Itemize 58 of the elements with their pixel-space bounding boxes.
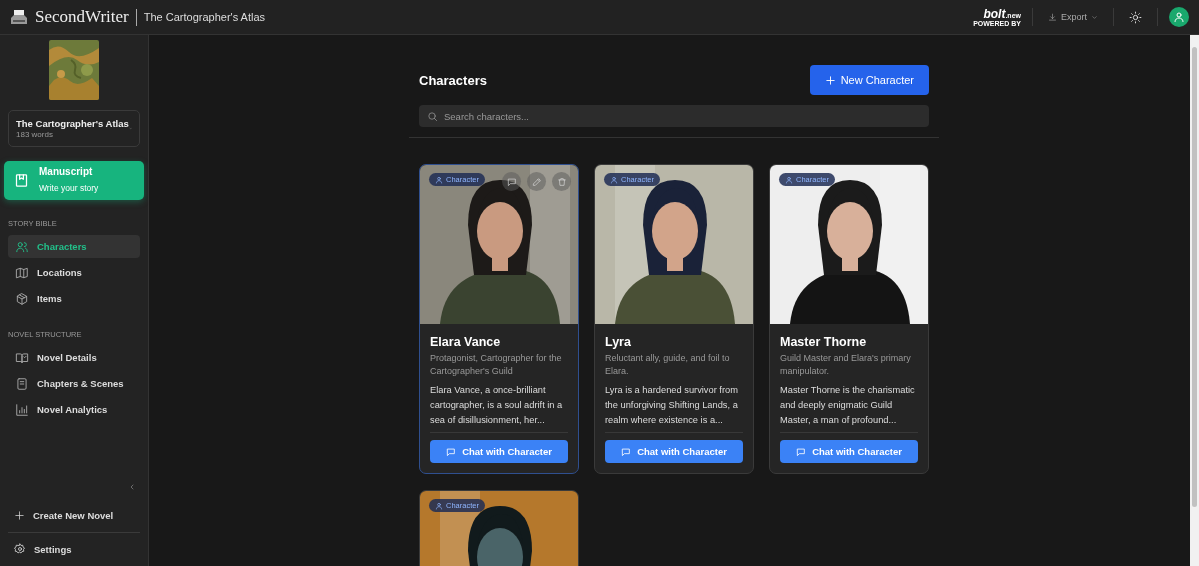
create-novel-button[interactable]: Create New Novel: [0, 510, 148, 532]
user-icon: [435, 175, 443, 184]
export-button[interactable]: Export: [1044, 8, 1102, 26]
document-icon: [15, 376, 29, 391]
users-icon: [15, 239, 29, 254]
user-icon: [610, 175, 618, 184]
bar-chart-icon: [15, 402, 29, 417]
novel-selector[interactable]: The Cartographer's Atlas 183 words: [8, 110, 140, 147]
chat-with-character-button[interactable]: Chat with Character: [605, 440, 743, 463]
character-name: Master Thorne: [780, 335, 868, 349]
settings-icon: [14, 543, 26, 555]
typewriter-icon: [10, 8, 28, 26]
user-icon: [435, 501, 443, 510]
character-name: Lyra: [605, 335, 632, 349]
nav-item[interactable]: Novel Analytics: [8, 398, 140, 421]
edit-icon: [531, 176, 542, 187]
character-description: Master Thorne is the charismatic and deeply enigmatic Guild Master, a man of profound...: [780, 384, 916, 427]
user-icon: [785, 175, 793, 184]
edit-button[interactable]: [527, 172, 546, 191]
nav-item[interactable]: Characters: [8, 235, 140, 258]
character-name: Elara Vance: [430, 335, 502, 349]
nav-item[interactable]: Novel Details: [8, 346, 140, 369]
settings-button[interactable]: Settings: [0, 533, 148, 566]
scrollbar[interactable]: [1190, 35, 1199, 566]
character-description: Lyra is a hardened survivor from the unforgiving Shifting Lands, a realm where existence is a...: [605, 384, 739, 427]
chat-button[interactable]: [502, 172, 521, 191]
chat-with-character-button[interactable]: Chat with Character: [430, 440, 568, 463]
character-role: Reluctant ally, guide, and foil to Elara.: [605, 352, 731, 378]
user-avatar[interactable]: [1169, 7, 1189, 27]
sun-icon: [1129, 10, 1142, 24]
nav-item[interactable]: Locations: [8, 261, 140, 284]
user-icon: [1173, 11, 1185, 23]
download-icon: [1048, 12, 1057, 22]
chat-with-character-button[interactable]: Chat with Character: [780, 440, 918, 463]
plus-icon: [14, 510, 25, 521]
nav-item[interactable]: Chapters & Scenes: [8, 372, 140, 395]
message-icon: [621, 446, 632, 457]
character-role: Guild Master and Elara's primary manipulator.: [780, 352, 912, 378]
trash-icon: [556, 176, 567, 187]
novel-title: The Cartographer's Atlas: [143, 11, 266, 23]
message-icon: [506, 176, 517, 187]
character-role: Protagonist, Cartographer for the Cartographer's Guild: [430, 352, 563, 378]
message-icon: [446, 446, 457, 457]
map-icon: [15, 265, 29, 280]
nav-item[interactable]: Items: [8, 287, 140, 310]
message-icon: [796, 446, 807, 457]
search-field[interactable]: Search characters...: [419, 105, 929, 127]
page-title: Characters: [419, 72, 487, 88]
character-description: Elara Vance, a once-brilliant cartographer, is a soul adrift in a sea of disillusionment, her...: [430, 384, 564, 427]
open-book-icon: [15, 350, 29, 365]
new-character-button[interactable]: New Character: [809, 65, 929, 95]
chevron-left-icon: [128, 483, 136, 491]
chevron-down-icon: [1091, 13, 1098, 21]
delete-button[interactable]: [552, 172, 571, 191]
bookmark-book-icon: [14, 173, 29, 188]
box-icon: [15, 291, 29, 306]
plus-icon: [824, 74, 836, 86]
app-name: SecondWriter: [35, 7, 129, 27]
